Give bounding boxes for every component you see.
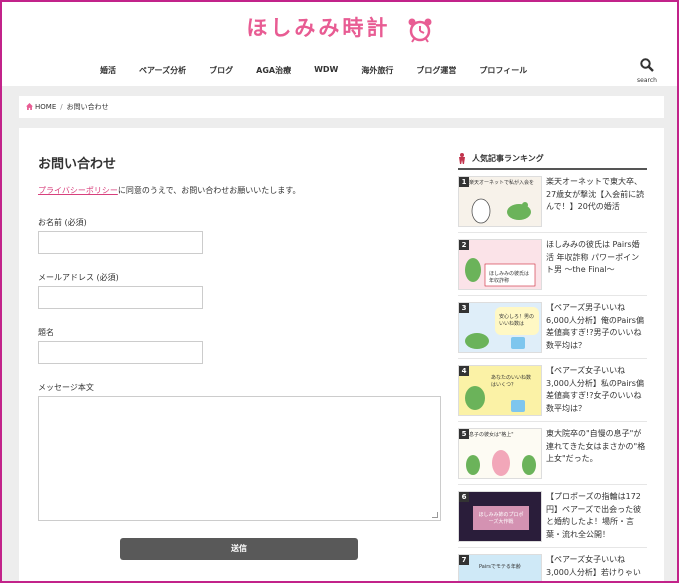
rank-number: 7 [459,555,469,565]
home-icon[interactable] [26,102,33,112]
search-button[interactable]: search [635,57,659,84]
rank-number: 2 [459,240,469,250]
submit-button[interactable]: 送信 [120,538,358,560]
subject-field[interactable] [38,341,203,364]
search-label: search [637,77,657,84]
subject-label: 題名 [38,328,54,337]
ranking-item[interactable]: 1 楽天オーネットで私が入会を 楽天オーネットで東大卒、27歳女が撃沈【入会前に… [458,170,647,233]
breadcrumb-current: お問い合わせ [66,103,109,111]
site-header: ほしみみ時計 婚活 ペアーズ分析 ブログ AGA治療 WDW 海外旅行 ブログ運… [2,2,677,86]
resize-grip-icon[interactable] [432,512,438,518]
breadcrumb-separator: / [60,103,63,111]
rank-number: 1 [459,177,469,187]
thumbnail-caption: Pairsでモテる年齢 [479,564,521,570]
thumbnail-caption: 安心しろ！男のいいね数は [499,314,535,327]
article-thumbnail[interactable]: 1 楽天オーネットで私が入会を [458,176,542,227]
message-label: メッセージ本文 [38,383,94,392]
main-content: お問い合わせ プライバシーポリシーに同意のうえで、お問い合わせお願いいたします。… [19,128,664,583]
ranking-item[interactable]: 6 ほしみみ姉のプロポーズ大作戦 【プロポーズの指輪は172円】ペアーズで出会っ… [458,485,647,548]
alarm-clock-icon [407,17,433,48]
rank-number: 6 [459,492,469,502]
intro-body: に同意のうえで、お問い合わせお願いいたします。 [117,186,301,195]
thumbnail-caption: あなたのいいね数はいくつ？ [491,375,532,388]
ranking-item[interactable]: 5 息子の彼女は"格上" 東大院卒の"自慢の息子"が連れてきた女はまさかの"格上… [458,422,647,485]
email-field[interactable] [38,286,203,309]
ranking-item-title[interactable]: 【ペアーズ女子いいね3,000人分析】若けりゃいい [546,554,647,583]
ranking-item-title[interactable]: ほしみみの彼氏は Pairs婚活 年収詐称 パワーポイント男 〜the Fina… [546,239,647,277]
page-title: お問い合わせ [38,157,117,172]
name-field[interactable] [38,231,203,254]
breadcrumb-home[interactable]: HOME [35,103,56,111]
ranking-item[interactable]: 2 ほしみみの彼氏は年収詐称 ほしみみの彼氏は Pairs婚活 年収詐称 パワー… [458,233,647,296]
article-thumbnail[interactable]: 3 安心しろ！男のいいね数は [458,302,542,353]
privacy-policy-link[interactable]: プライバシーポリシー [38,186,118,195]
thumbnail-caption: ほしみみの彼氏は年収詐称 [489,271,530,284]
site-logo[interactable]: ほしみみ時計 [2,12,677,48]
site-logo-text: ほしみみ時計 [246,16,391,40]
rank-number: 3 [459,303,469,313]
message-textarea[interactable] [38,396,441,521]
intro-text: プライバシーポリシーに同意のうえで、お問い合わせお願いいたします。 [38,185,300,196]
ranking-item[interactable]: 3 安心しろ！男のいいね数は 【ペアーズ男子いいね6,000人分析】俺のPair… [458,296,647,359]
article-thumbnail[interactable]: 5 息子の彼女は"格上" [458,428,542,479]
email-label: メールアドレス (必須) [38,273,119,282]
ranking-item-title[interactable]: 【プロポーズの指輪は172円】ペアーズで出会った彼と婚約したよ！場所・言葉・流れ… [546,491,647,541]
nav-item-konkatsu[interactable]: 婚活 [100,65,116,81]
nav-item-blog[interactable]: ブログ [209,65,233,81]
ranking-item-title[interactable]: 【ペアーズ男子いいね6,000人分析】俺のPairs偏差値高すぎ!?男子のいいね… [546,302,647,352]
nav-item-overseas-travel[interactable]: 海外旅行 [361,65,393,81]
name-label: お名前 (必須) [38,218,87,227]
article-thumbnail[interactable]: 6 ほしみみ姉のプロポーズ大作戦 [458,491,542,542]
article-thumbnail[interactable]: 2 ほしみみの彼氏は年収詐称 [458,239,542,290]
ranking-person-icon [458,153,466,166]
ranking-item-title[interactable]: 東大院卒の"自慢の息子"が連れてきた女はまさかの"格上女"だった。 [546,428,647,466]
article-thumbnail[interactable]: 7 Pairsでモテる年齢 [458,554,542,583]
global-nav: 婚活 ペアーズ分析 ブログ AGA治療 WDW 海外旅行 ブログ運営 プロフィー… [100,65,550,81]
nav-item-aga[interactable]: AGA治療 [256,65,291,81]
search-icon [640,58,654,72]
nav-item-pairs-analysis[interactable]: ペアーズ分析 [139,65,186,81]
ranking-item-title[interactable]: 【ペアーズ女子いいね3,000人分析】私のPairs偏差値高すぎ!?女子のいいね… [546,365,647,415]
nav-item-profile[interactable]: プロフィール [479,65,527,81]
ranking-item[interactable]: 4 あなたのいいね数はいくつ？ 【ペアーズ女子いいね3,000人分析】私のPai… [458,359,647,422]
ranking-item-title[interactable]: 楽天オーネットで東大卒、27歳女が撃沈【入会前に読んで！】20代の婚活 [546,176,647,214]
ranking-item[interactable]: 7 Pairsでモテる年齢 【ペアーズ女子いいね3,000人分析】若けりゃいい [458,548,647,583]
nav-item-blog-management[interactable]: ブログ運営 [416,65,456,81]
rank-number: 4 [459,366,469,376]
nav-item-wdw[interactable]: WDW [314,65,338,81]
ranking-title-text: 人気記事ランキング [472,154,544,163]
breadcrumb: HOME / お問い合わせ [19,96,664,118]
rank-number: 5 [459,429,469,439]
ranking-sidebar: 人気記事ランキング 1 楽天オーネットで私が入会を 楽天オーネットで東大卒、27… [458,146,647,583]
article-thumbnail[interactable]: 4 あなたのいいね数はいくつ？ [458,365,542,416]
thumbnail-caption: ほしみみ姉のプロポーズ大作戦 [478,512,524,525]
ranking-title: 人気記事ランキング [458,146,647,170]
